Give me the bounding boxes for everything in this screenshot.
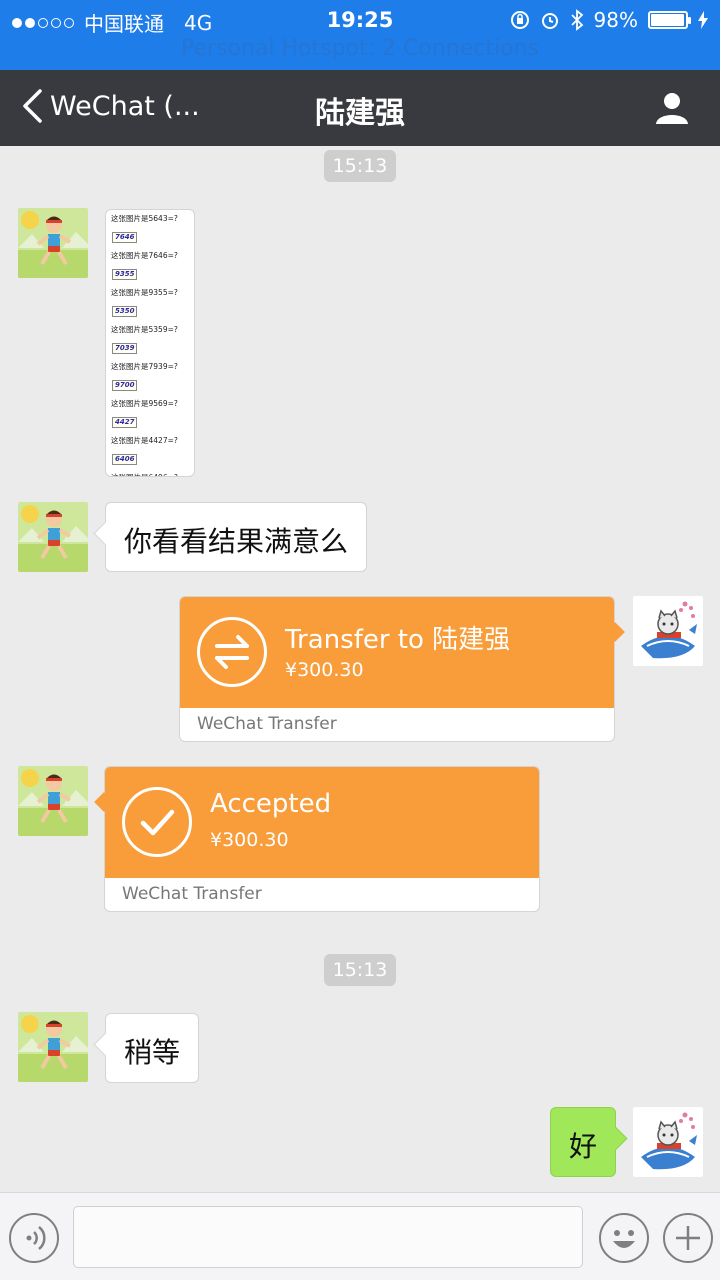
message-text: 稍等 <box>124 1036 181 1069</box>
message-bubble[interactable]: 稍等 <box>105 1013 200 1083</box>
contact-avatar[interactable] <box>18 766 88 836</box>
runner-boy-avatar-icon <box>18 1012 88 1082</box>
plus-icon <box>676 1226 700 1250</box>
timestamp: 15:13 <box>0 954 720 986</box>
cat-on-whale-avatar-icon <box>633 1107 703 1177</box>
transfer-footer: WeChat Transfer <box>122 884 262 904</box>
captcha-question: 这张图片是5359=? <box>111 325 178 334</box>
input-bar <box>0 1192 720 1280</box>
captcha-question: 这张图片是9569=? <box>111 399 178 408</box>
captcha-question: 这张图片是6496=? <box>111 472 194 476</box>
bluetooth-icon <box>570 9 583 31</box>
alarm-icon <box>541 13 558 29</box>
message-list[interactable]: 15:13 这张图片是5643=? 7646 这张图片是7646=? 9355 这张图片… <box>0 146 720 1192</box>
captcha-question: 这张图片是9355=? <box>111 288 178 297</box>
emoji-button[interactable] <box>599 1213 649 1263</box>
person-icon[interactable] <box>654 90 690 126</box>
transfer-title: Accepted <box>210 789 332 819</box>
runner-boy-avatar-icon <box>18 208 88 278</box>
charging-icon <box>698 11 708 29</box>
timestamp: 15:13 <box>0 150 720 182</box>
transfer-footer: WeChat Transfer <box>197 714 337 734</box>
contact-avatar[interactable] <box>18 502 88 572</box>
cat-on-whale-avatar-icon <box>633 596 703 666</box>
battery-icon <box>648 11 691 29</box>
message-bubble[interactable]: 你看看结果满意么 <box>105 502 368 572</box>
captcha-answer: 7039 <box>112 343 138 354</box>
captcha-image-message[interactable]: 这张图片是5643=? 7646 这张图片是7646=? 9355 这张图片是9355=… <box>105 209 195 477</box>
message-bubble-sent[interactable]: 好 <box>549 1107 616 1177</box>
captcha-answer: 4427 <box>112 417 138 428</box>
status-bar: 中国联通 4G 19:25 98% Personal Hotspot: 2 Co… <box>0 0 720 70</box>
transfer-arrows-icon <box>197 617 267 687</box>
message-input[interactable] <box>73 1206 583 1268</box>
voice-button[interactable] <box>9 1213 59 1263</box>
rotation-lock-icon <box>510 11 529 29</box>
chat-title: 陆建强 <box>315 96 405 131</box>
my-avatar[interactable] <box>633 1107 703 1177</box>
captcha-answer: 5350 <box>112 306 138 317</box>
captcha-list: 这张图片是5643=? 7646 这张图片是7646=? 9355 这张图片是9355=… <box>106 210 194 476</box>
hotspot-banner[interactable]: Personal Hotspot: 2 Connections <box>0 36 720 61</box>
runner-boy-avatar-icon <box>18 766 88 836</box>
checkmark-icon <box>122 787 192 857</box>
my-avatar[interactable] <box>633 596 703 666</box>
captcha-question: 这张图片是7939=? <box>111 362 178 371</box>
captcha-question: 这张图片是4427=? <box>111 436 178 445</box>
message-text: 好 <box>568 1130 597 1163</box>
more-button[interactable] <box>663 1213 713 1263</box>
chat-header: WeChat (... 陆建强 <box>0 70 720 146</box>
transfer-amount: ¥300.30 <box>285 659 364 681</box>
message-text: 你看看结果满意么 <box>124 525 349 558</box>
transfer-card-accepted[interactable]: Accepted ¥300.30 WeChat Transfer <box>104 766 540 912</box>
voice-icon <box>26 1226 46 1250</box>
transfer-amount: ¥300.30 <box>210 829 289 851</box>
captcha-answer: 9700 <box>112 380 138 391</box>
captcha-answer: 7646 <box>112 232 138 243</box>
contact-avatar[interactable] <box>18 208 88 278</box>
battery-percent: 98% <box>593 8 638 32</box>
captcha-question: 这张图片是7646=? <box>111 251 178 260</box>
captcha-answer: 6406 <box>112 454 138 465</box>
captcha-question: 这张图片是5643=? <box>111 214 178 223</box>
transfer-card-sent[interactable]: Transfer to 陆建强 ¥300.30 WeChat Transfer <box>179 596 615 742</box>
runner-boy-avatar-icon <box>18 502 88 572</box>
emoji-icon <box>613 1230 635 1248</box>
transfer-title: Transfer to 陆建强 <box>285 625 511 655</box>
captcha-answer: 9355 <box>112 269 138 280</box>
contact-avatar[interactable] <box>18 1012 88 1082</box>
